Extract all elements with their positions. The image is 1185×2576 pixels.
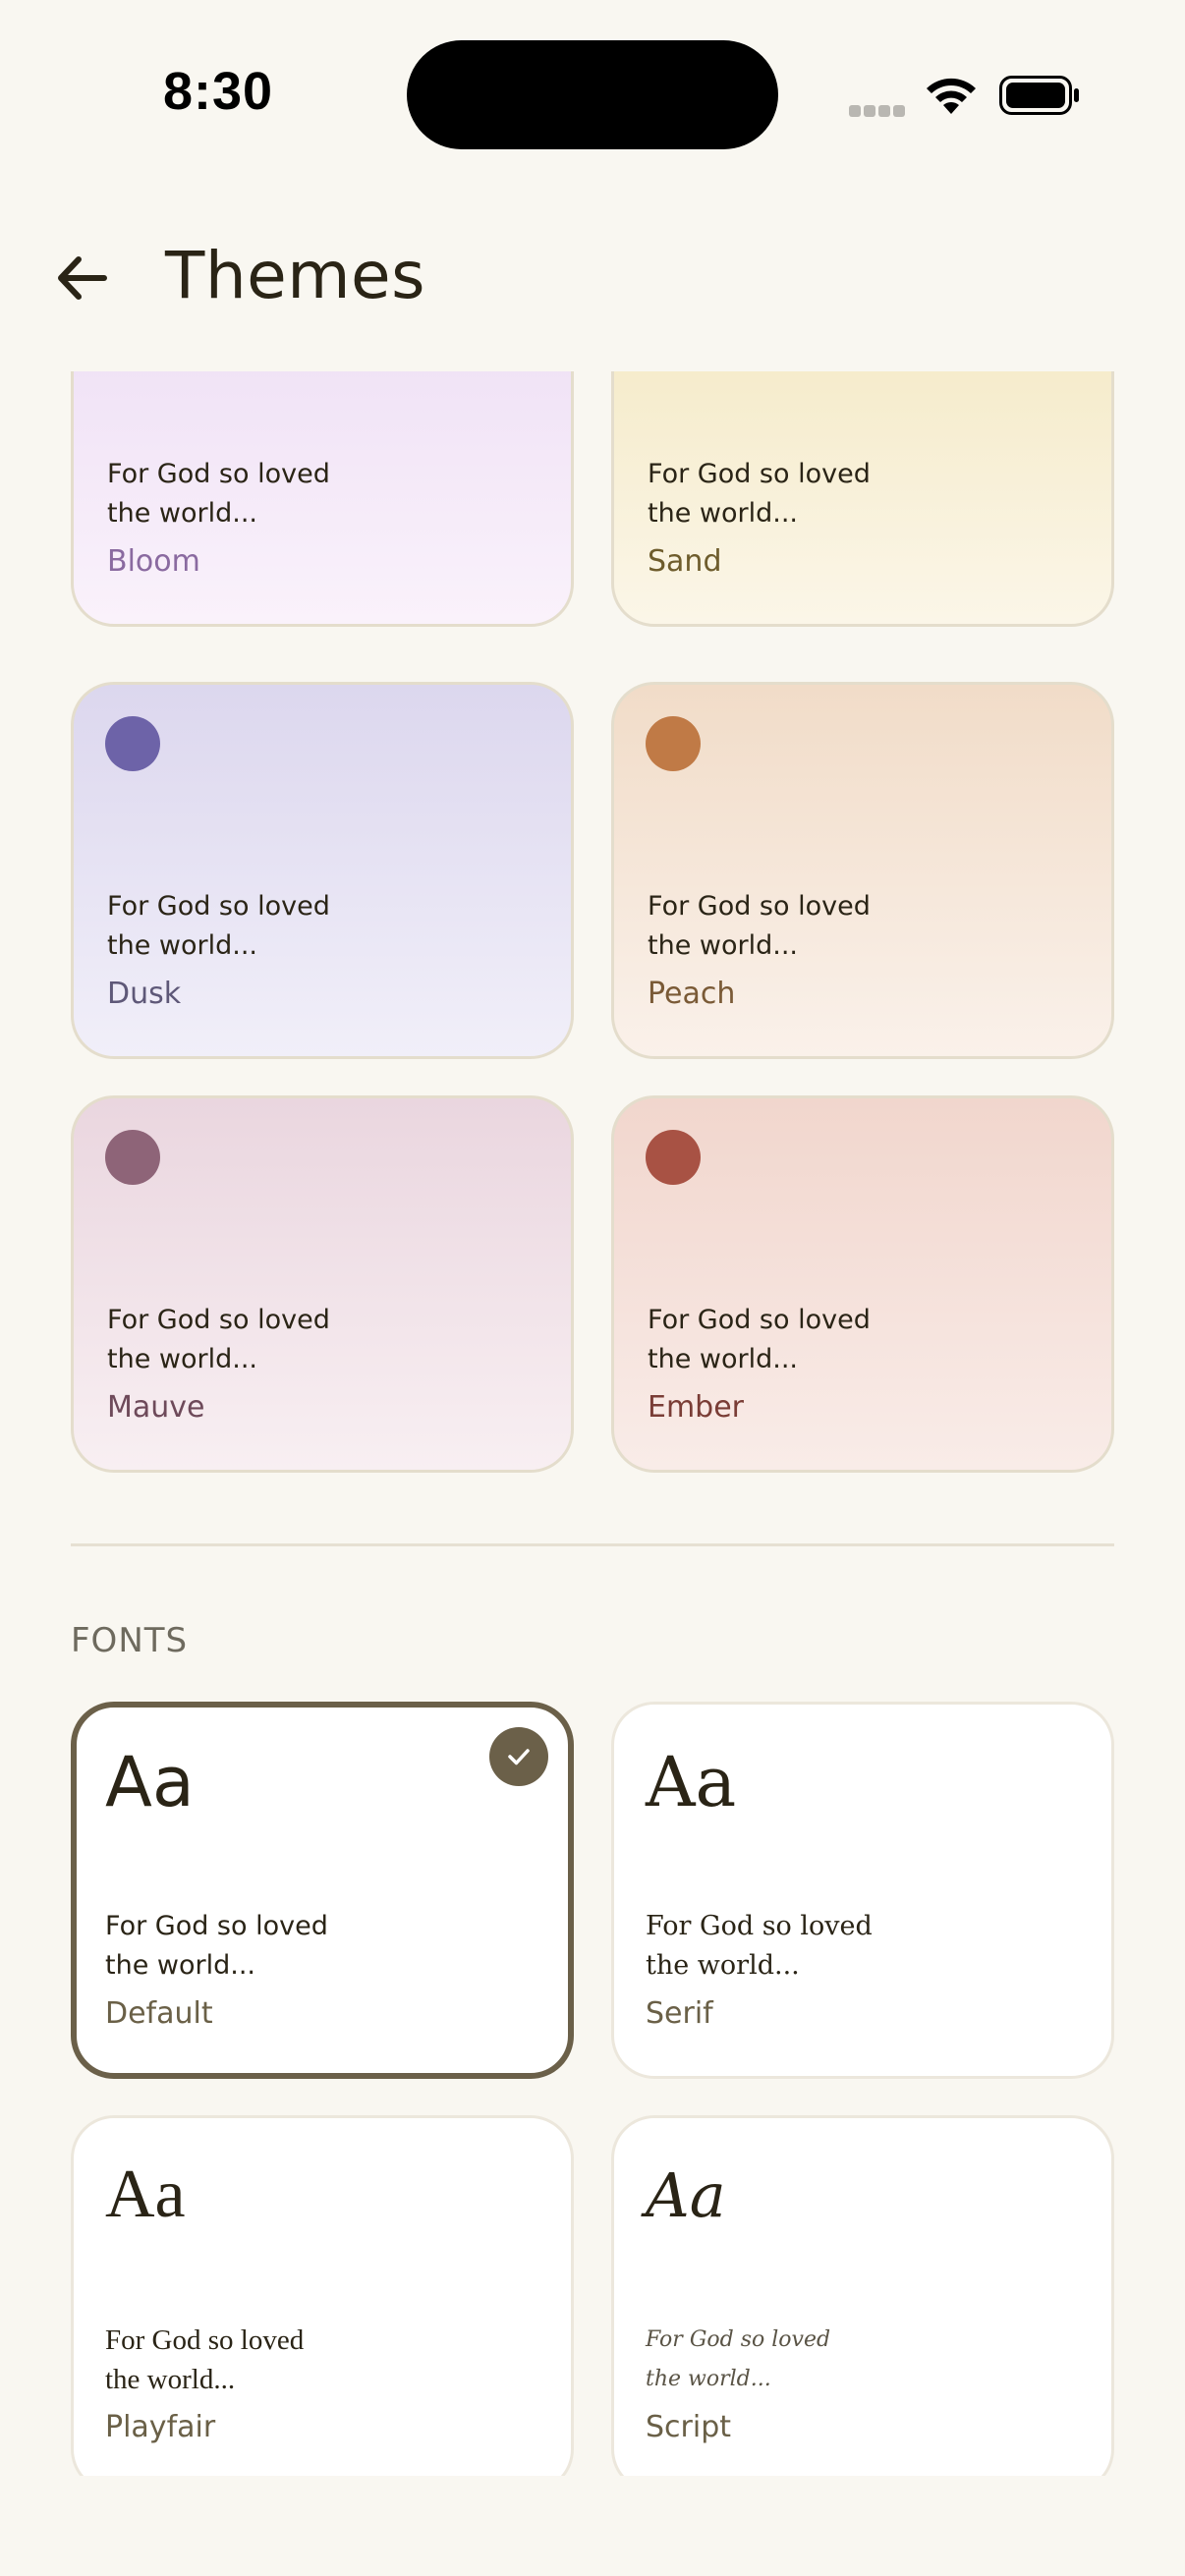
theme-verse: For God so loved: [107, 891, 330, 922]
theme-color-dot: [105, 716, 160, 771]
theme-card-dusk[interactable]: For God so loved the world... Dusk: [71, 682, 574, 1059]
theme-verse-2: the world...: [648, 930, 798, 961]
theme-verse-2: the world...: [107, 930, 257, 961]
theme-verse: For God so loved: [107, 1305, 330, 1335]
theme-name: Dusk: [107, 977, 182, 1011]
app-header: Themes: [0, 216, 1185, 354]
font-verse-2: the world...: [646, 2367, 771, 2391]
fonts-section-label: FONTS: [71, 1621, 189, 1660]
font-verse-2: the world...: [105, 1950, 255, 1981]
font-card-serif[interactable]: Aa For God so loved the world... Serif: [611, 1702, 1114, 2079]
theme-card-peach[interactable]: For God so loved the world... Peach: [611, 682, 1114, 1059]
font-name: Script: [646, 2410, 732, 2444]
themes-scroll-area[interactable]: For God so loved the world... Bloom For G…: [0, 371, 1185, 2476]
font-sample: Aa: [646, 2159, 726, 2231]
theme-verse: For God so loved: [648, 1305, 871, 1335]
back-arrow-icon[interactable]: [49, 244, 118, 312]
font-card-script[interactable]: Aa For God so loved the world... Script: [611, 2115, 1114, 2476]
font-verse: For God so loved: [105, 2324, 305, 2356]
font-name: Serif: [646, 1996, 713, 2031]
check-icon: [489, 1727, 548, 1786]
cellular-signal-icon: [849, 102, 908, 121]
page-title: Themes: [165, 238, 426, 313]
font-verse-2: the world...: [105, 2364, 236, 2395]
theme-card-ember[interactable]: For God so loved the world... Ember: [611, 1095, 1114, 1473]
theme-verse: For God so loved: [648, 891, 871, 922]
theme-card-mauve[interactable]: For God so loved the world... Mauve: [71, 1095, 574, 1473]
theme-verse-2: the world...: [648, 1344, 798, 1374]
font-sample: Aa: [646, 1742, 737, 1822]
font-name: Default: [105, 1996, 213, 2031]
font-name: Playfair: [105, 2410, 216, 2444]
theme-color-dot: [646, 716, 701, 771]
status-time: 8:30: [163, 62, 274, 121]
theme-verse: For God so loved: [648, 459, 871, 489]
font-verse: For God so loved: [646, 2327, 831, 2352]
theme-verse-2: the world...: [648, 498, 798, 529]
font-card-playfair[interactable]: Aa For God so loved the world... Playfair: [71, 2115, 574, 2476]
font-verse-2: the world...: [646, 1950, 800, 1981]
theme-name: Bloom: [107, 544, 200, 579]
theme-name: Peach: [648, 977, 736, 1011]
theme-verse: For God so loved: [107, 459, 330, 489]
section-divider: [71, 1543, 1114, 1546]
font-verse: For God so loved: [646, 1911, 873, 1941]
font-sample: Aa: [105, 1742, 195, 1822]
dynamic-island: [407, 40, 778, 149]
wifi-icon: [927, 78, 976, 114]
theme-card-sand[interactable]: For God so loved the world... Sand: [611, 371, 1114, 627]
theme-color-dot: [105, 1130, 160, 1185]
theme-name: Mauve: [107, 1390, 205, 1425]
battery-icon: [999, 76, 1079, 115]
theme-card-bloom[interactable]: For God so loved the world... Bloom: [71, 371, 574, 627]
theme-color-dot: [646, 1130, 701, 1185]
theme-name: Ember: [648, 1390, 745, 1425]
font-verse: For God so loved: [105, 1911, 328, 1941]
theme-verse-2: the world...: [107, 498, 257, 529]
status-bar: 8:30: [0, 0, 1185, 187]
theme-name: Sand: [648, 544, 722, 579]
theme-verse-2: the world...: [107, 1344, 257, 1374]
font-card-default[interactable]: Aa For God so loved the world... Default: [71, 1702, 574, 2079]
font-sample: Aa: [105, 2156, 186, 2232]
